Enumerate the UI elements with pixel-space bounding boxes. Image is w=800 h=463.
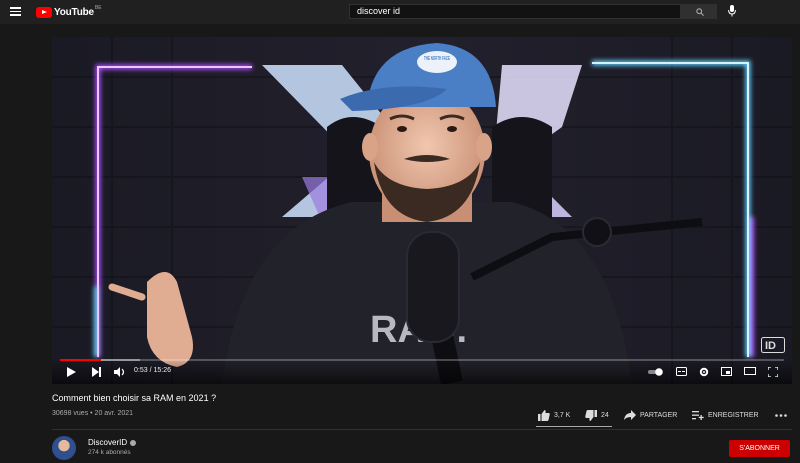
- share-label: PARTAGER: [640, 411, 678, 419]
- settings-icon[interactable]: [699, 367, 709, 377]
- miniplayer-icon[interactable]: [721, 367, 732, 376]
- thumb-down-icon: [585, 409, 597, 421]
- autoplay-toggle[interactable]: [648, 368, 664, 376]
- save-button[interactable]: ENREGISTRER: [692, 408, 759, 422]
- video-player[interactable]: RAW. THE NORTH FACE ID: [52, 37, 792, 384]
- save-label: ENREGISTRER: [708, 411, 759, 419]
- mic-icon[interactable]: [728, 5, 736, 17]
- dislike-count: 24: [601, 411, 609, 419]
- view-count: 30698 vues: [52, 410, 89, 417]
- volume-icon[interactable]: [114, 367, 126, 377]
- channel-watermark[interactable]: ID: [761, 337, 785, 358]
- verified-icon: [130, 439, 137, 446]
- channel-avatar[interactable]: [52, 436, 76, 460]
- time-display: 0:53 / 15:26: [134, 367, 171, 374]
- logo-country-code: BE: [94, 5, 102, 11]
- play-icon[interactable]: [67, 367, 76, 377]
- menu-icon[interactable]: [10, 7, 21, 16]
- logo-text: YouTube: [54, 6, 94, 18]
- channel-name-row: DiscoverID: [88, 438, 137, 447]
- thumb-up-icon: [538, 409, 550, 421]
- share-icon: [624, 410, 636, 420]
- theater-icon[interactable]: [744, 367, 756, 375]
- duration: 15:26: [153, 367, 171, 374]
- video-title: Comment bien choisir sa RAM en 2021 ?: [52, 393, 217, 403]
- fullscreen-icon[interactable]: [768, 367, 778, 377]
- current-time: 0:53: [134, 367, 148, 374]
- next-icon[interactable]: [92, 367, 101, 377]
- search-input[interactable]: discover id: [349, 4, 681, 19]
- subtitles-icon[interactable]: [676, 367, 687, 376]
- upload-date: 20 avr. 2021: [94, 410, 134, 417]
- watermark-icon: ID: [761, 337, 785, 353]
- progress-bar[interactable]: [60, 359, 784, 361]
- youtube-play-icon: [36, 6, 52, 18]
- like-ratio-bar: [536, 426, 612, 427]
- more-options-button[interactable]: [775, 408, 787, 422]
- top-bar: YouTube BE discover id: [0, 0, 800, 24]
- youtube-logo[interactable]: YouTube BE: [36, 5, 102, 18]
- video-stats: 30698 vues • 20 avr. 2021: [52, 410, 133, 417]
- channel-name[interactable]: DiscoverID: [88, 438, 127, 447]
- divider: [52, 429, 792, 430]
- cap-logo-text: THE NORTH FACE: [424, 56, 450, 62]
- search-button[interactable]: [681, 4, 717, 19]
- like-count: 3,7 K: [554, 411, 571, 419]
- progress-fill: [60, 359, 102, 361]
- watermark-text: ID: [765, 340, 776, 352]
- share-button[interactable]: PARTAGER: [624, 408, 677, 422]
- subscribe-button[interactable]: S'ABONNER: [729, 440, 790, 457]
- player-controls: 0:53 / 15:26: [52, 359, 792, 384]
- video-frame: RAW. THE NORTH FACE: [52, 37, 792, 384]
- search-icon: [696, 8, 704, 16]
- like-button[interactable]: 3,7 K: [538, 408, 570, 422]
- dislike-button[interactable]: 24: [585, 408, 609, 422]
- more-icon: [775, 413, 787, 417]
- subscriber-count: 274 k abonnés: [88, 449, 131, 456]
- playlist-add-icon: [692, 410, 704, 420]
